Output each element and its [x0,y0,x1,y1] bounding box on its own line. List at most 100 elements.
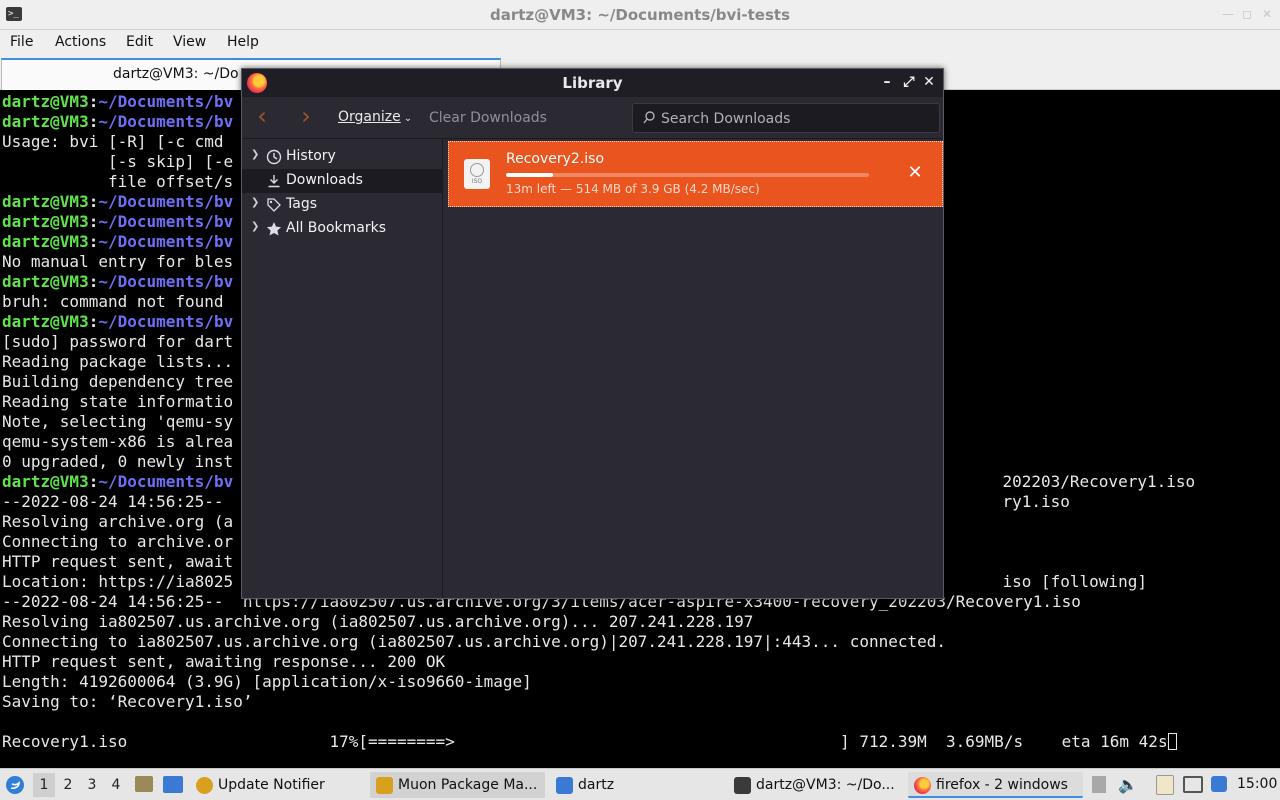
terminal-line: Building dependency tree [2,372,234,391]
minimize-icon[interactable]: — [1222,7,1234,21]
tray-trash-icon[interactable] [1092,776,1106,793]
terminal-line: Connecting to ia802507.us.archive.org (i… [2,632,947,651]
sidebar-item-label: History [286,148,336,164]
terminal-prompt-line: dartz@VM3:~/Documents/bv [2,472,234,491]
library-title: Library [562,74,623,92]
downloads-list: ISO Recovery2.iso 13m left — 514 MB of 3… [444,139,943,598]
menu-view[interactable]: View [173,34,206,50]
file-manager-launcher-icon[interactable] [135,776,153,792]
taskbar-update-notifier[interactable]: Update Notifier [190,772,360,798]
terminal-line: [-s skip] [-e [2,152,234,171]
terminal-prompt-line: dartz@VM3:~/Documents/bv [2,272,234,291]
maximize-icon[interactable]: ◻ [1242,7,1252,21]
library-toolbar: ‹ › Organize ⌄ Clear Downloads [242,97,943,139]
terminal-prompt-line: dartz@VM3:~/Documents/bv [2,232,234,251]
workspace-4[interactable]: 4 [105,773,127,797]
terminal-line: bruh: command not found [2,292,224,311]
taskbar-firefox[interactable]: firefox - 2 windows [908,772,1083,798]
terminal-tab-label: dartz@VM3: ~/Do [113,66,239,82]
library-titlebar[interactable]: Library – ⤢ ✕ [242,69,943,97]
workspace-3[interactable]: 3 [81,773,103,797]
clipboard-icon[interactable] [1156,775,1174,795]
taskbar-item-label: Muon Package Ma... [398,777,538,793]
terminal-cursor [1167,733,1177,750]
maximize-icon[interactable]: ⤢ [900,73,918,91]
terminal-line: [sudo] password for dart [2,332,234,351]
star-icon [266,222,282,236]
sidebar-item-label: Downloads [286,172,363,188]
expand-chevron-icon[interactable]: ❯ [251,221,259,232]
clear-downloads-button[interactable]: Clear Downloads [429,110,547,126]
download-item[interactable]: ISO Recovery2.iso 13m left — 514 MB of 3… [448,141,943,207]
start-menu-icon[interactable] [5,775,25,795]
menu-help[interactable]: Help [227,34,259,50]
tag-icon [267,198,281,212]
network-icon[interactable] [1183,776,1203,793]
volume-icon[interactable]: 🔈 [1118,776,1138,793]
terminal-line-fragment: 202203/Recovery1.iso [1002,472,1196,491]
chevron-down-icon: ⌄ [403,113,413,124]
firefox-icon [914,777,931,794]
download-icon [268,175,280,188]
terminal-line: Length: 4192600064 (3.9G) [application/x… [2,672,532,691]
organize-label: Organize [338,109,401,125]
sidebar-item-all-bookmarks[interactable]: ❯ All Bookmarks [242,217,442,241]
terminal-line: file offset/s [2,172,234,191]
forward-icon[interactable]: › [294,104,318,129]
workspace-1[interactable]: 1 [33,773,55,797]
expand-chevron-icon[interactable]: ❯ [251,197,259,208]
sidebar-item-tags[interactable]: ❯ Tags [242,193,442,217]
iso-file-icon: ISO [464,159,490,189]
taskbar: 1 2 3 4 Update Notifier Muon Package Ma.… [0,768,1280,800]
close-icon[interactable]: ✕ [920,73,938,91]
taskbar-item-label: firefox - 2 windows [936,777,1068,793]
download-progress-bar [506,173,869,177]
workspace-2[interactable]: 2 [57,773,79,797]
menu-actions[interactable]: Actions [55,34,106,50]
taskbar-item-label: dartz [578,777,615,793]
back-icon[interactable]: ‹ [250,104,274,129]
update-notifier-icon [196,777,213,794]
expand-chevron-icon[interactable]: ❯ [251,149,259,160]
download-status: 13m left — 514 MB of 3.9 GB (4.2 MB/sec) [506,182,760,196]
close-icon[interactable]: ✕ [1262,7,1272,21]
desktop: >_ dartz@VM3: ~/Documents/bvi-tests — ◻ … [0,0,1280,800]
sidebar-item-downloads[interactable]: Downloads [242,169,442,193]
muon-icon [376,777,393,794]
sidebar-item-history[interactable]: ❯ History [242,145,442,169]
search-input[interactable] [661,108,931,130]
terminal-menubar: File Actions Edit View Help [0,30,1280,56]
menu-file[interactable]: File [10,34,33,50]
terminal-line-fragment: iso [following] [1002,572,1147,591]
sidebar-item-label: Tags [286,196,317,212]
minimize-icon[interactable]: – [878,73,896,91]
cancel-download-icon[interactable]: ✕ [905,163,925,183]
terminal-prompt-line: dartz@VM3:~/Documents/bv [2,192,234,211]
show-desktop-icon[interactable] [163,776,183,793]
terminal-line: --2022-08-24 14:56:25-- [2,492,234,511]
terminal-line: Location: https://ia8025 [2,572,234,591]
organize-button[interactable]: Organize ⌄ [338,109,412,125]
sidebar-item-label: All Bookmarks [286,220,387,236]
terminal-line: Usage: bvi [-R] [-c cmd [2,132,224,151]
terminal-title: dartz@VM3: ~/Documents/bvi-tests [489,6,791,24]
terminal-line: Resolving ia802507.us.archive.org (ia802… [2,612,754,631]
clock-icon [266,149,282,165]
search-box[interactable] [632,103,940,133]
clock: 15:00 [1237,776,1278,792]
wget-progress-line: Recovery1.iso 17%[========> ] 712.39M 3.… [2,732,1177,752]
terminal-prompt-line: dartz@VM3:~/Documents/bv [2,212,234,231]
terminal-line: Saving to: ‘Recovery1.iso’ [2,692,253,711]
taskbar-item-label: Update Notifier [218,777,325,793]
terminal-icon [734,777,751,794]
menu-edit[interactable]: Edit [126,34,153,50]
notification-icon[interactable] [1211,776,1227,792]
taskbar-dartz[interactable]: dartz [550,772,720,798]
search-icon [643,111,655,124]
taskbar-muon[interactable]: Muon Package Ma... [370,772,545,798]
taskbar-item-label: dartz@VM3: ~/Do... [756,777,895,793]
terminal-prompt-line: dartz@VM3:~/Documents/bv [2,112,234,131]
terminal-titlebar[interactable]: >_ dartz@VM3: ~/Documents/bvi-tests — ◻ … [0,0,1280,30]
terminal-line: No manual entry for bles [2,252,234,271]
taskbar-terminal[interactable]: dartz@VM3: ~/Do... [728,772,904,798]
